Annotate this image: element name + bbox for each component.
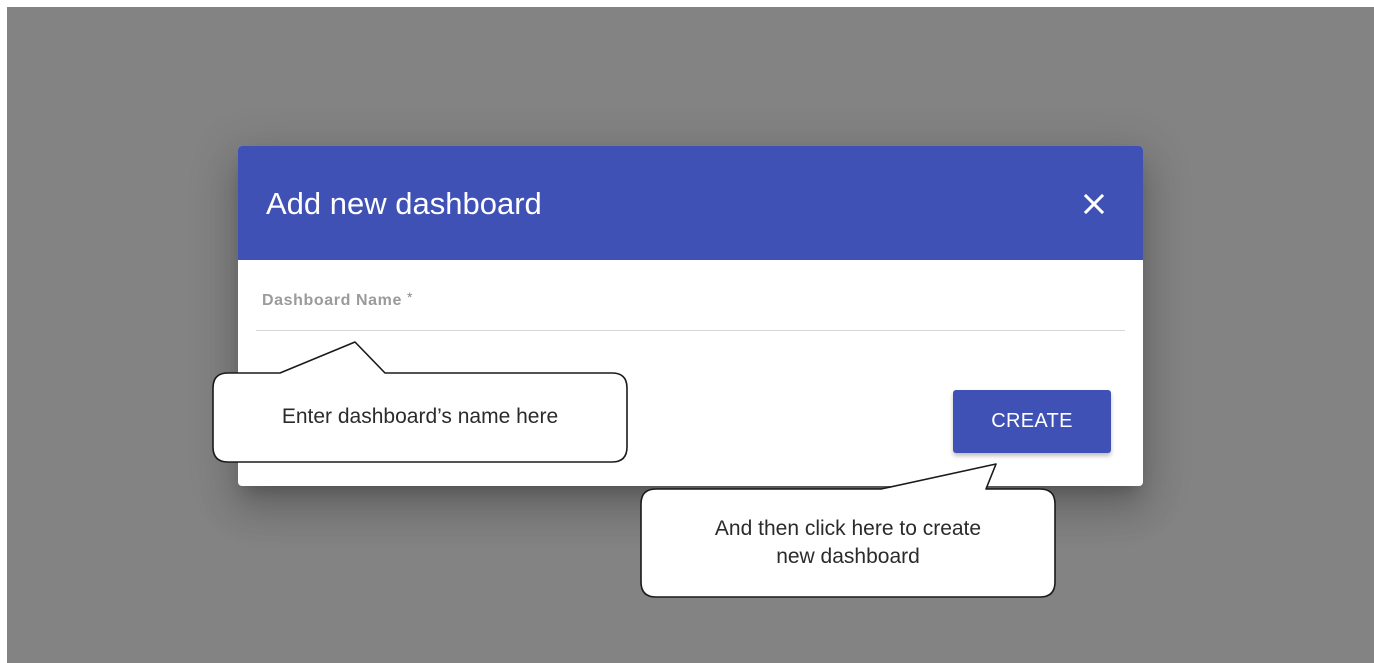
dialog-header: Add new dashboard — [238, 146, 1143, 260]
dialog-title: Add new dashboard — [266, 186, 542, 221]
add-dashboard-dialog: Add new dashboard Dashboard Name * CREAT… — [238, 146, 1143, 486]
field-underline — [256, 330, 1125, 331]
name-hint-text: Enter dashboard’s name here — [281, 405, 559, 428]
dashboard-name-field: Dashboard Name * — [256, 280, 1129, 332]
create-hint-callout: And then click here to create new dashbo… — [641, 515, 1055, 571]
create-hint-line-2: new dashboard — [776, 545, 920, 568]
close-button[interactable] — [1074, 184, 1114, 224]
name-hint-callout: Enter dashboard’s name here — [213, 403, 627, 431]
close-icon — [1083, 193, 1105, 215]
dashboard-name-input[interactable] — [256, 288, 1129, 330]
create-hint-line-1: And then click here to create — [714, 517, 982, 540]
create-button[interactable]: CREATE — [953, 390, 1111, 453]
